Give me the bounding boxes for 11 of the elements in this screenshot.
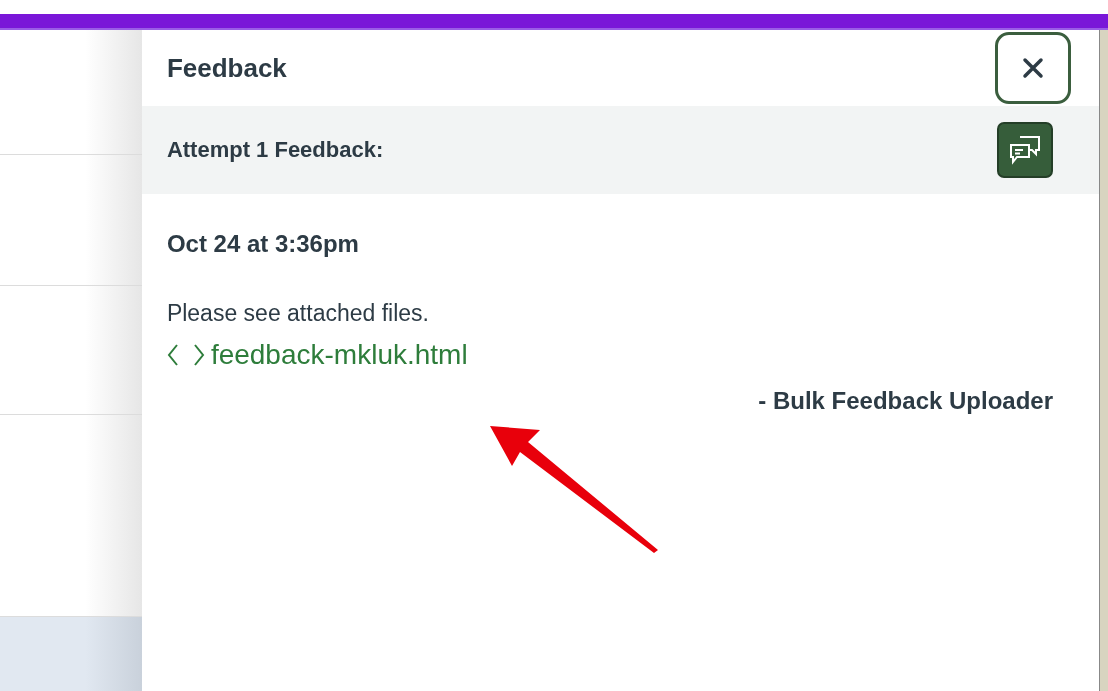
chat-bubbles-icon <box>1008 134 1042 166</box>
close-icon <box>1022 57 1044 79</box>
comment-author: - Bulk Feedback Uploader <box>758 387 1053 415</box>
comment-text: Please see attached files. <box>166 300 430 327</box>
code-file-icon <box>166 342 205 368</box>
close-button[interactable] <box>995 32 1071 104</box>
attempt-heading: Attempt 1 Feedback: <box>166 137 384 163</box>
panel-title: Feedback <box>166 52 287 84</box>
attachment-link[interactable]: feedback-mkluk.html <box>166 339 468 371</box>
comments-button[interactable] <box>997 122 1053 178</box>
comment-date: Oct 24 at 3:36pm <box>166 230 360 258</box>
